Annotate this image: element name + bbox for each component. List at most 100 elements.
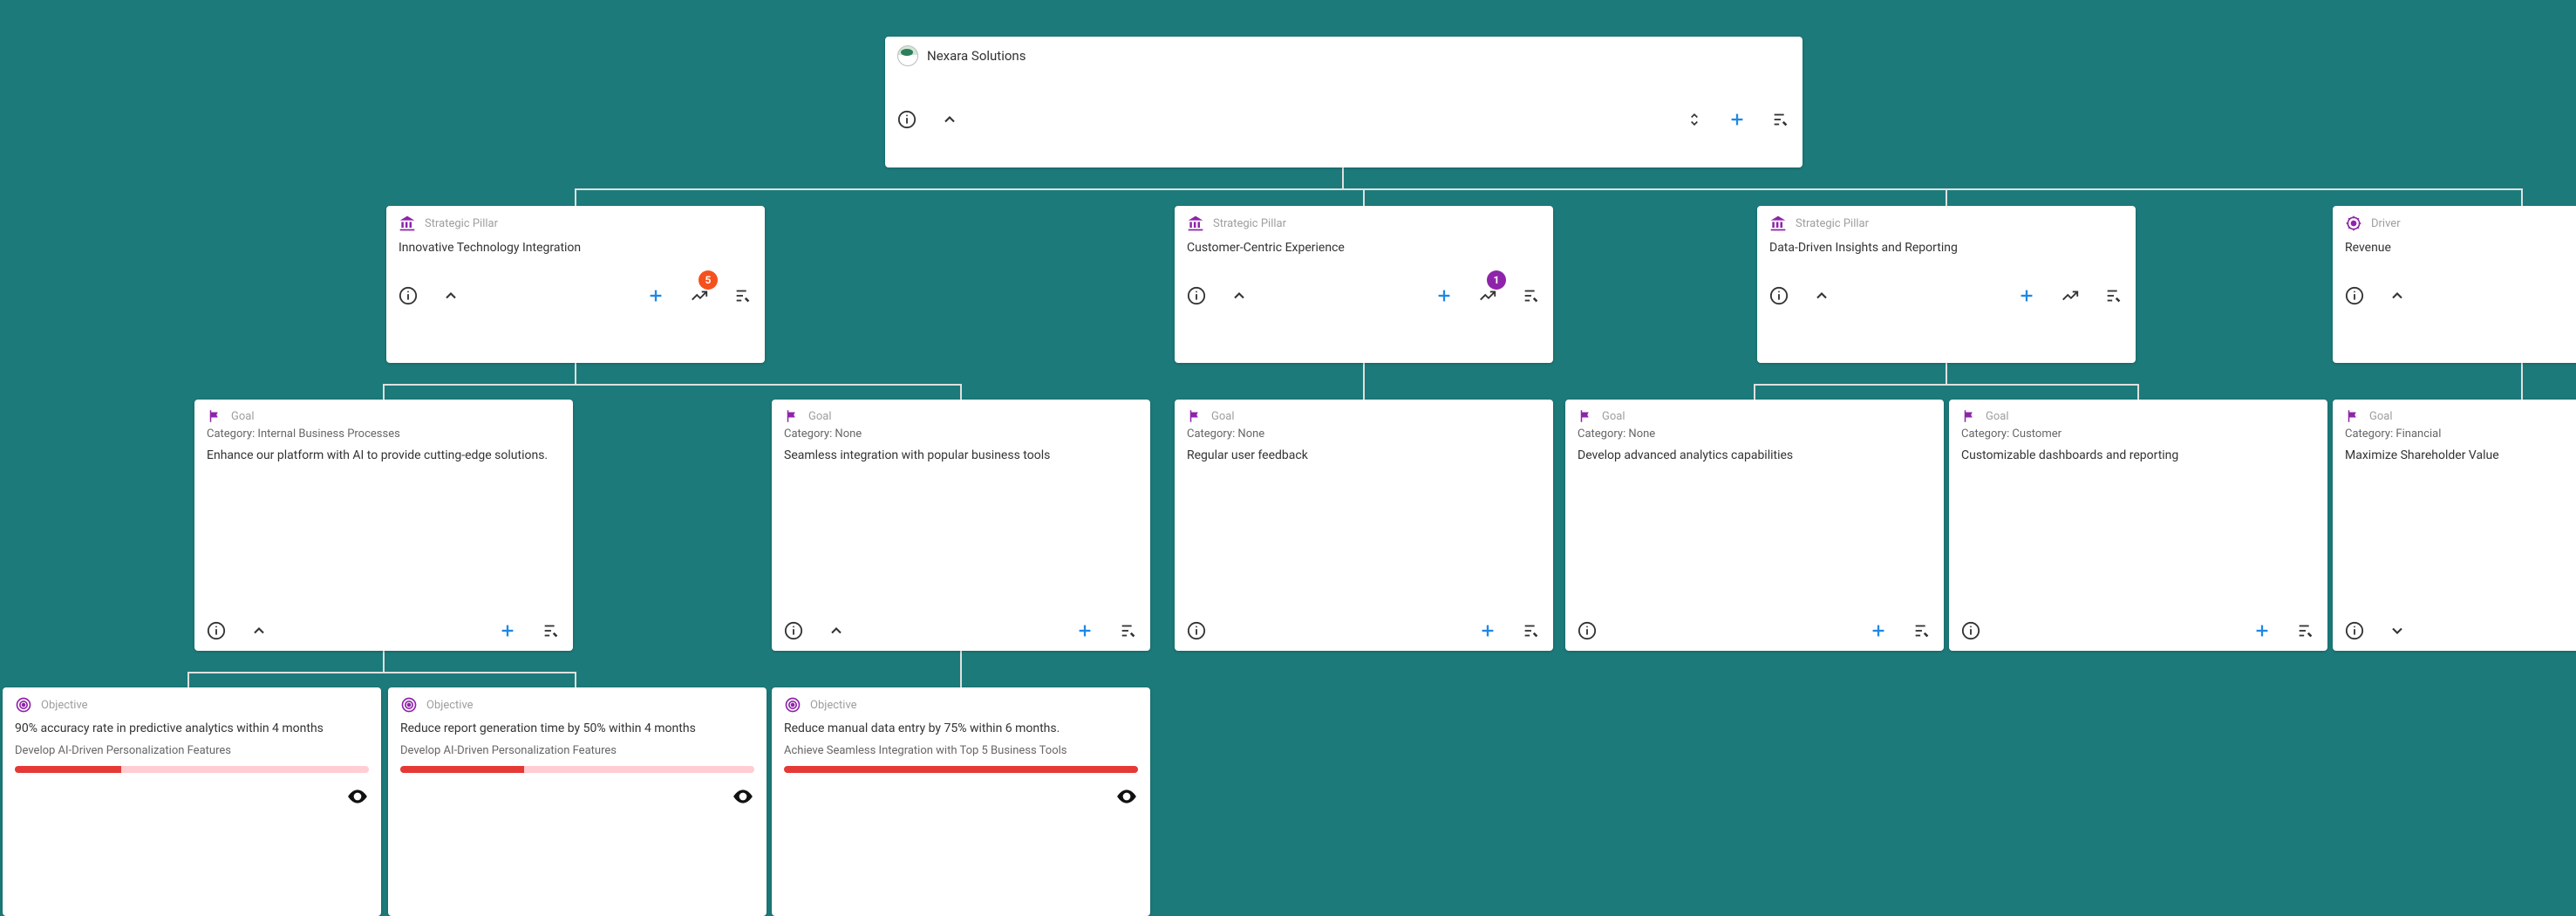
info-icon[interactable] <box>399 286 418 305</box>
edit-list-icon[interactable] <box>1522 286 1541 305</box>
info-icon[interactable] <box>1961 621 1980 640</box>
edit-list-icon[interactable] <box>542 621 561 640</box>
trend-icon[interactable]: 5 <box>690 286 709 305</box>
objective-card: Objective Reduce manual data entry by 75… <box>772 687 1150 916</box>
goal-desc: Regular user feedback <box>1175 441 1553 464</box>
progress-fill <box>784 766 1138 773</box>
progress-fill <box>15 766 121 773</box>
objective-title: Reduce manual data entry by 75% within 6… <box>772 714 1150 737</box>
connector <box>1946 363 1947 384</box>
collapse-icon[interactable] <box>941 111 958 128</box>
flag-icon <box>1961 408 1977 424</box>
card-type-label: Objective <box>810 699 857 712</box>
edit-list-icon[interactable] <box>733 286 753 305</box>
flag-icon <box>207 408 222 424</box>
card-type-label: Objective <box>426 699 474 712</box>
connector <box>187 672 576 673</box>
goal-category: Category: Financial <box>2333 424 2576 441</box>
edit-list-icon[interactable] <box>1522 621 1541 640</box>
edit-list-icon[interactable] <box>1771 110 1790 129</box>
info-icon[interactable] <box>897 110 917 129</box>
goal-card: Goal Category: None Develop advanced ana… <box>1565 400 1944 651</box>
card-type-label: Strategic Pillar <box>1213 217 1286 230</box>
add-icon[interactable] <box>1869 621 1888 640</box>
goal-desc: Develop advanced analytics capabilities <box>1565 441 1944 464</box>
add-icon[interactable] <box>498 621 517 640</box>
edit-list-icon[interactable] <box>1119 621 1138 640</box>
add-icon[interactable] <box>1075 621 1094 640</box>
eye-icon[interactable] <box>1115 785 1138 808</box>
add-icon[interactable] <box>2252 621 2272 640</box>
connector <box>575 363 576 384</box>
card-type-label: Objective <box>41 699 88 712</box>
connector <box>1363 188 1365 206</box>
goal-desc: Customizable dashboards and reporting <box>1949 441 2327 464</box>
goal-card: Goal Category: Financial Maximize Shareh… <box>2333 400 2576 651</box>
edit-list-icon[interactable] <box>2296 621 2315 640</box>
add-icon[interactable] <box>2017 286 2036 305</box>
goal-category: Category: None <box>1175 424 1553 441</box>
info-icon[interactable] <box>1769 286 1789 305</box>
card-type-label: Strategic Pillar <box>425 217 498 230</box>
card-type-label: Driver <box>2371 217 2401 230</box>
edit-list-icon[interactable] <box>2104 286 2123 305</box>
connector <box>2521 188 2523 206</box>
info-icon[interactable] <box>207 621 226 640</box>
goal-category: Category: Internal Business Processes <box>194 424 573 441</box>
add-icon[interactable] <box>646 286 665 305</box>
trend-icon[interactable]: 1 <box>1478 286 1497 305</box>
connector <box>575 188 2523 190</box>
pillar-title: Customer-Centric Experience <box>1175 232 1553 255</box>
connector <box>1946 188 1947 206</box>
goal-desc: Maximize Shareholder Value <box>2333 441 2576 464</box>
objective-sub: Achieve Seamless Integration with Top 5 … <box>772 737 1150 757</box>
info-icon[interactable] <box>784 621 803 640</box>
eye-icon[interactable] <box>732 785 754 808</box>
info-icon[interactable] <box>1187 286 1206 305</box>
add-icon[interactable] <box>1728 110 1747 129</box>
collapse-icon[interactable] <box>250 622 268 639</box>
flag-icon <box>2345 408 2361 424</box>
objective-title: 90% accuracy rate in predictive analytic… <box>3 714 381 737</box>
goal-category: Category: None <box>772 424 1150 441</box>
collapse-icon[interactable] <box>828 622 845 639</box>
progress-bar <box>400 766 754 773</box>
card-type-label: Goal <box>808 410 832 423</box>
badge-count: 1 <box>1487 270 1506 290</box>
pillar-title: Data-Driven Insights and Reporting <box>1757 232 2136 255</box>
progress-fill <box>400 766 524 773</box>
edit-list-icon[interactable] <box>1912 621 1932 640</box>
connector <box>575 188 576 206</box>
collapse-icon[interactable] <box>1230 287 1248 304</box>
objective-card: Objective 90% accuracy rate in predictiv… <box>3 687 381 916</box>
collapse-icon[interactable] <box>2389 287 2406 304</box>
objective-sub: Develop AI-Driven Personalization Featur… <box>388 737 767 757</box>
collapse-icon[interactable] <box>1813 287 1830 304</box>
card-type-label: Goal <box>2369 410 2393 423</box>
pillar-icon <box>399 215 416 232</box>
info-icon[interactable] <box>1578 621 1597 640</box>
connector <box>383 384 962 386</box>
connector <box>2521 363 2523 400</box>
objective-sub: Develop AI-Driven Personalization Featur… <box>3 737 381 757</box>
goal-desc: Seamless integration with popular busine… <box>772 441 1150 464</box>
progress-bar <box>15 766 369 773</box>
info-icon[interactable] <box>2345 621 2364 640</box>
add-icon[interactable] <box>1478 621 1497 640</box>
trend-icon[interactable] <box>2061 286 2080 305</box>
driver-title: Revenue <box>2333 232 2576 255</box>
pillar-card: Strategic Pillar Data-Driven Insights an… <box>1757 206 2136 363</box>
eye-icon[interactable] <box>346 785 369 808</box>
card-type-label: Goal <box>1602 410 1625 423</box>
expand-icon[interactable] <box>2389 622 2406 639</box>
collapse-icon[interactable] <box>442 287 460 304</box>
info-icon[interactable] <box>1187 621 1206 640</box>
card-type-label: Strategic Pillar <box>1796 217 1869 230</box>
info-icon[interactable] <box>2345 286 2364 305</box>
add-icon[interactable] <box>1435 286 1454 305</box>
pillar-card: Strategic Pillar Customer-Centric Experi… <box>1175 206 1553 363</box>
connector <box>575 672 576 687</box>
pillar-title: Innovative Technology Integration <box>386 232 765 255</box>
goal-card: Goal Category: Customer Customizable das… <box>1949 400 2327 651</box>
sort-icon[interactable] <box>1686 111 1703 128</box>
